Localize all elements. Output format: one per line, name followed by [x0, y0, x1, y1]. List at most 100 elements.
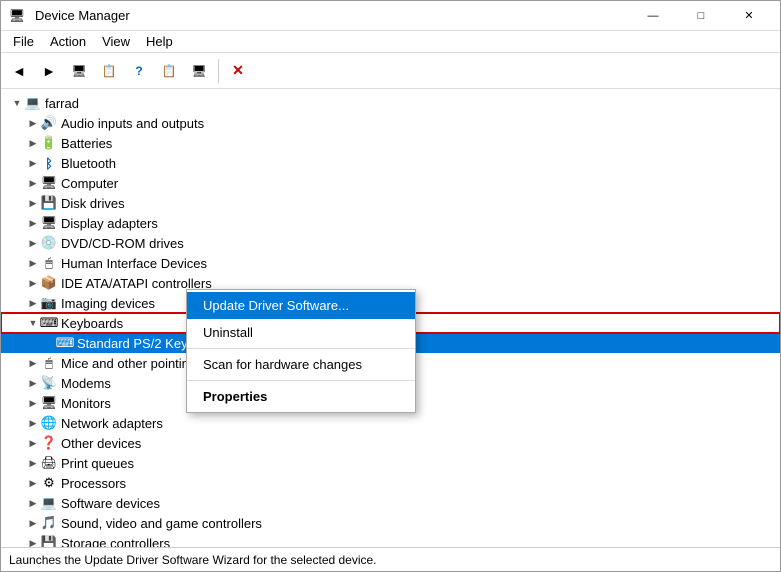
software-label: Software devices: [61, 496, 160, 511]
context-menu-update-driver[interactable]: Update Driver Software...: [187, 292, 415, 319]
software-icon: 💻: [41, 495, 57, 511]
sound-arrow[interactable]: [25, 515, 41, 531]
other-icon: ❓: [41, 435, 57, 451]
ide-arrow[interactable]: [25, 275, 41, 291]
batteries-arrow[interactable]: [25, 135, 41, 151]
hid-icon: 🖱: [41, 255, 57, 271]
batteries-label: Batteries: [61, 136, 112, 151]
close-button[interactable]: ✕: [726, 1, 772, 31]
keyboards-icon: ⌨: [41, 315, 57, 331]
status-text: Launches the Update Driver Software Wiza…: [9, 553, 377, 567]
minimize-button[interactable]: —: [630, 1, 676, 31]
menu-file[interactable]: File: [5, 32, 42, 51]
audio-label: Audio inputs and outputs: [61, 116, 204, 131]
modems-arrow[interactable]: [25, 375, 41, 391]
toolbar: ◄ ► 🖥 📋 ? 📋 🖥 ✕: [1, 53, 780, 89]
toolbar-update-driver[interactable]: 📋: [95, 57, 123, 85]
monitors-icon: 🖥: [41, 395, 57, 411]
network-label: Network adapters: [61, 416, 163, 431]
audio-arrow[interactable]: [25, 115, 41, 131]
storage-label: Storage controllers: [61, 536, 170, 548]
imaging-icon: 📷: [41, 295, 57, 311]
monitors-label: Monitors: [61, 396, 111, 411]
mice-arrow[interactable]: [25, 355, 41, 371]
software-arrow[interactable]: [25, 495, 41, 511]
tree-item-disk[interactable]: 💾 Disk drives: [1, 193, 780, 213]
ide-icon: 📦: [41, 275, 57, 291]
content-area: 💻 farrad 🔊 Audio inputs and outputs 🔋 Ba…: [1, 89, 780, 547]
other-label: Other devices: [61, 436, 141, 451]
toolbar-remove[interactable]: ✕: [224, 57, 252, 85]
tree-item-storage[interactable]: 💾 Storage controllers: [1, 533, 780, 547]
menu-help[interactable]: Help: [138, 32, 181, 51]
computer-icon: 🖥: [41, 175, 57, 191]
device-manager-window: 🖥 Device Manager — □ ✕ File Action View …: [0, 0, 781, 572]
disk-label: Disk drives: [61, 196, 125, 211]
storage-arrow[interactable]: [25, 535, 41, 547]
window-icon: 🖥: [9, 8, 25, 24]
toolbar-separator: [218, 59, 219, 83]
dvd-label: DVD/CD-ROM drives: [61, 236, 184, 251]
mice-icon: 🖱: [41, 355, 57, 371]
tree-item-batteries[interactable]: 🔋 Batteries: [1, 133, 780, 153]
toolbar-computer[interactable]: 🖥: [185, 57, 213, 85]
display-arrow[interactable]: [25, 215, 41, 231]
disk-arrow[interactable]: [25, 195, 41, 211]
display-label: Display adapters: [61, 216, 158, 231]
toolbar-help[interactable]: ?: [125, 57, 153, 85]
modems-icon: 📡: [41, 375, 57, 391]
print-icon: 🖨: [41, 455, 57, 471]
toolbar-forward[interactable]: ►: [35, 57, 63, 85]
tree-item-sound[interactable]: 🎵 Sound, video and game controllers: [1, 513, 780, 533]
tree-item-bluetooth[interactable]: ᛒ Bluetooth: [1, 153, 780, 173]
tree-item-hid[interactable]: 🖱 Human Interface Devices: [1, 253, 780, 273]
computer-label: Computer: [61, 176, 118, 191]
menu-view[interactable]: View: [94, 32, 138, 51]
print-arrow[interactable]: [25, 455, 41, 471]
computer-arrow[interactable]: [25, 175, 41, 191]
dvd-icon: 💿: [41, 235, 57, 251]
context-menu-separator-2: [187, 380, 415, 381]
title-bar-left: 🖥 Device Manager: [9, 8, 130, 24]
modems-label: Modems: [61, 376, 111, 391]
title-bar: 🖥 Device Manager — □ ✕: [1, 1, 780, 31]
menu-action[interactable]: Action: [42, 32, 94, 51]
keyboards-arrow[interactable]: [25, 315, 41, 331]
tree-item-print[interactable]: 🖨 Print queues: [1, 453, 780, 473]
maximize-button[interactable]: □: [678, 1, 724, 31]
context-menu-scan[interactable]: Scan for hardware changes: [187, 351, 415, 378]
root-arrow[interactable]: [9, 95, 25, 111]
monitors-arrow[interactable]: [25, 395, 41, 411]
context-menu: Update Driver Software... Uninstall Scan…: [186, 289, 416, 413]
toolbar-back[interactable]: ◄: [5, 57, 33, 85]
toolbar-details[interactable]: 📋: [155, 57, 183, 85]
network-arrow[interactable]: [25, 415, 41, 431]
context-menu-properties[interactable]: Properties: [187, 383, 415, 410]
bluetooth-icon: ᛒ: [41, 155, 57, 171]
hid-arrow[interactable]: [25, 255, 41, 271]
display-icon: 🖥: [41, 215, 57, 231]
context-menu-separator: [187, 348, 415, 349]
tree-item-software[interactable]: 💻 Software devices: [1, 493, 780, 513]
toolbar-properties[interactable]: 🖥: [65, 57, 93, 85]
root-icon: 💻: [25, 95, 41, 111]
tree-root[interactable]: 💻 farrad: [1, 93, 780, 113]
tree-item-dvd[interactable]: 💿 DVD/CD-ROM drives: [1, 233, 780, 253]
context-menu-uninstall[interactable]: Uninstall: [187, 319, 415, 346]
imaging-label: Imaging devices: [61, 296, 155, 311]
tree-item-processors[interactable]: ⚙ Processors: [1, 473, 780, 493]
tree-item-audio[interactable]: 🔊 Audio inputs and outputs: [1, 113, 780, 133]
tree-item-display[interactable]: 🖥 Display adapters: [1, 213, 780, 233]
other-arrow[interactable]: [25, 435, 41, 451]
processors-arrow[interactable]: [25, 475, 41, 491]
disk-icon: 💾: [41, 195, 57, 211]
window-title: Device Manager: [35, 8, 130, 23]
bluetooth-label: Bluetooth: [61, 156, 116, 171]
hid-label: Human Interface Devices: [61, 256, 207, 271]
tree-item-computer[interactable]: 🖥 Computer: [1, 173, 780, 193]
tree-item-network[interactable]: 🌐 Network adapters: [1, 413, 780, 433]
imaging-arrow[interactable]: [25, 295, 41, 311]
bluetooth-arrow[interactable]: [25, 155, 41, 171]
tree-item-other[interactable]: ❓ Other devices: [1, 433, 780, 453]
dvd-arrow[interactable]: [25, 235, 41, 251]
